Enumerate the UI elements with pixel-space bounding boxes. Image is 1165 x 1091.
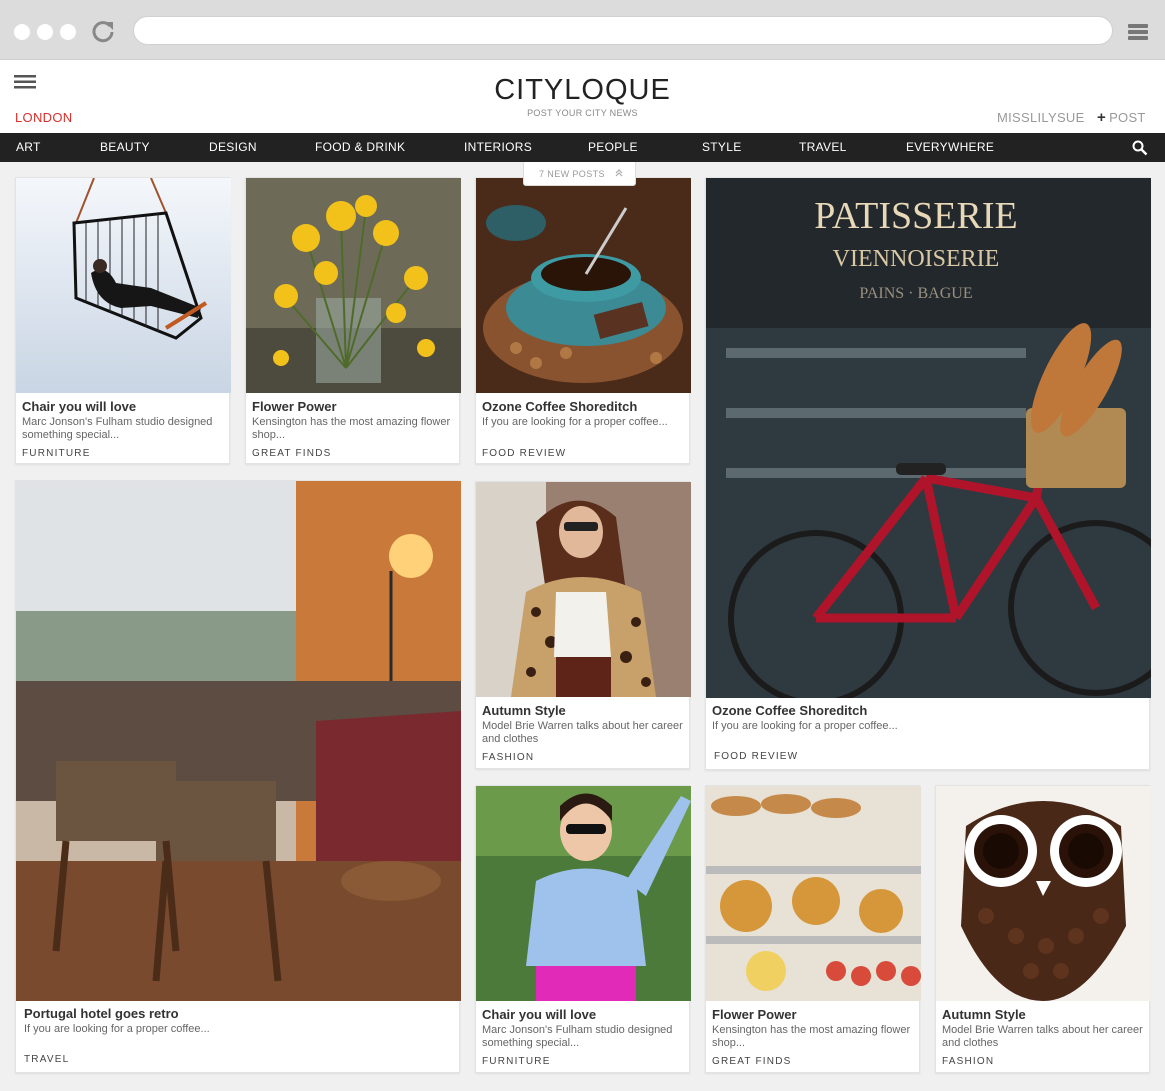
new-posts-button[interactable]: 7 NEW POSTS xyxy=(523,162,636,186)
post-image[interactable] xyxy=(706,786,921,1001)
post-category[interactable]: FURNITURE xyxy=(22,448,91,459)
post-category[interactable]: GREAT FINDS xyxy=(712,1056,792,1067)
sign-text: PATISSERIE xyxy=(814,195,1017,237)
site-header: CITYLOQUE POST YOUR CITY NEWS LONDON MIS… xyxy=(0,60,1165,133)
post-title[interactable]: Portugal hotel goes retro xyxy=(24,1006,179,1021)
post-title[interactable]: Autumn Style xyxy=(482,703,566,718)
post-card[interactable]: Autumn Style Model Brie Warren talks abo… xyxy=(935,785,1151,1073)
post-category[interactable]: FOOD REVIEW xyxy=(714,751,798,762)
post-card[interactable]: Flower Power Kensington has the most ama… xyxy=(245,177,461,464)
post-description: Kensington has the most amazing flower s… xyxy=(252,416,451,441)
post-card[interactable]: Portugal hotel goes retro If you are loo… xyxy=(15,480,461,1073)
search-icon[interactable] xyxy=(1132,140,1148,156)
post-card[interactable]: Chair you will love Marc Jonson's Fulham… xyxy=(475,785,691,1073)
post-image[interactable] xyxy=(936,786,1151,1001)
nav-item-style[interactable]: STYLE xyxy=(702,140,742,154)
browser-chrome xyxy=(0,0,1165,60)
post-card[interactable]: Chair you will love Marc Jonson's Fulham… xyxy=(15,177,231,464)
post-button-label: POST xyxy=(1109,110,1146,125)
new-posts-label: 7 NEW POSTS xyxy=(539,169,605,179)
post-card[interactable]: Autumn Style Model Brie Warren talks abo… xyxy=(475,481,691,769)
post-title[interactable]: Flower Power xyxy=(252,399,337,414)
post-image[interactable] xyxy=(476,178,691,393)
post-description: Marc Jonson's Fulham studio designed som… xyxy=(22,416,213,441)
post-category[interactable]: FASHION xyxy=(942,1056,994,1067)
post-card[interactable]: Flower Power Kensington has the most ama… xyxy=(705,785,921,1073)
post-category[interactable]: FASHION xyxy=(482,752,534,763)
nav-item-people[interactable]: PEOPLE xyxy=(588,140,638,154)
post-image[interactable] xyxy=(476,786,691,1001)
post-description: Model Brie Warren talks about her career… xyxy=(942,1024,1143,1049)
post-description: Kensington has the most amazing flower s… xyxy=(712,1024,911,1049)
post-image[interactable] xyxy=(16,481,461,1001)
nav-item-food-drink[interactable]: FOOD & DRINK xyxy=(315,140,405,154)
nav-item-beauty[interactable]: BEAUTY xyxy=(100,140,150,154)
post-card[interactable]: PATISSERIE VIENNOISERIE PAINS · BAGUE Oz… xyxy=(705,177,1151,770)
post-category[interactable]: FOOD REVIEW xyxy=(482,448,566,459)
window-minimize-dot[interactable] xyxy=(37,24,53,40)
category-nav: ART BEAUTY DESIGN FOOD & DRINK INTERIORS… xyxy=(0,133,1165,162)
post-description: Model Brie Warren talks about her career… xyxy=(482,720,683,745)
menu-icon[interactable] xyxy=(1128,24,1148,40)
post-button[interactable]: + POST xyxy=(1097,109,1146,126)
post-title[interactable]: Ozone Coffee Shoreditch xyxy=(712,703,867,718)
window-maximize-dot[interactable] xyxy=(60,24,76,40)
sign-text: PAINS · BAGUE xyxy=(859,285,972,302)
post-title[interactable]: Flower Power xyxy=(712,1007,797,1022)
post-category[interactable]: GREAT FINDS xyxy=(252,448,332,459)
post-description: If you are looking for a proper coffee..… xyxy=(24,1023,210,1035)
city-selector[interactable]: LONDON xyxy=(15,110,72,125)
post-image[interactable] xyxy=(476,482,691,697)
post-image[interactable]: PATISSERIE VIENNOISERIE PAINS · BAGUE xyxy=(706,178,1151,698)
post-title[interactable]: Chair you will love xyxy=(22,399,136,414)
window-close-dot[interactable] xyxy=(14,24,30,40)
nav-item-interiors[interactable]: INTERIORS xyxy=(464,140,532,154)
address-bar[interactable] xyxy=(133,16,1113,45)
post-title[interactable]: Autumn Style xyxy=(942,1007,1026,1022)
post-title[interactable]: Ozone Coffee Shoreditch xyxy=(482,399,637,414)
nav-item-art[interactable]: ART xyxy=(16,140,41,154)
sign-text: VIENNOISERIE xyxy=(833,246,1000,272)
post-image[interactable] xyxy=(16,178,231,393)
site-logo[interactable]: CITYLOQUE xyxy=(0,74,1165,107)
post-category[interactable]: FURNITURE xyxy=(482,1056,551,1067)
post-title[interactable]: Chair you will love xyxy=(482,1007,596,1022)
nav-item-travel[interactable]: TRAVEL xyxy=(799,140,847,154)
post-description: If you are looking for a proper coffee..… xyxy=(712,720,898,732)
nav-item-everywhere[interactable]: EVERYWHERE xyxy=(906,140,994,154)
username-link[interactable]: MISSLILYSUE xyxy=(997,110,1085,125)
post-card[interactable]: Ozone Coffee Shoreditch If you are looki… xyxy=(475,177,691,464)
post-category[interactable]: TRAVEL xyxy=(24,1054,69,1065)
post-image[interactable] xyxy=(246,178,461,393)
site-tagline: POST YOUR CITY NEWS xyxy=(527,108,638,118)
reload-icon[interactable] xyxy=(90,18,116,44)
post-description: Marc Jonson's Fulham studio designed som… xyxy=(482,1024,673,1049)
chevron-up-icon xyxy=(615,169,623,177)
plus-icon: + xyxy=(1097,109,1107,126)
nav-item-design[interactable]: DESIGN xyxy=(209,140,257,154)
post-description: If you are looking for a proper coffee..… xyxy=(482,416,668,428)
